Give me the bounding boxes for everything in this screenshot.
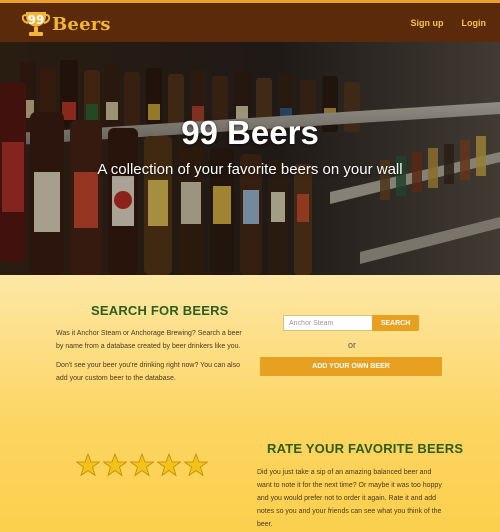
beer-shelf-image xyxy=(0,42,500,275)
star-icon xyxy=(76,453,100,477)
search-paragraph-1: Was it Anchor Steam or Anchorage Brewing… xyxy=(56,330,242,350)
search-input[interactable] xyxy=(283,315,381,331)
star-rating[interactable] xyxy=(76,453,208,477)
search-paragraph-2: Don't see your beer you're drinking righ… xyxy=(56,362,241,382)
logo[interactable]: 99 Beers xyxy=(21,9,111,39)
rate-section-title: RATE YOUR FAVORITE BEERS xyxy=(267,441,464,456)
search-button[interactable]: SEARCH xyxy=(372,315,419,331)
content-area: SEARCH FOR BEERS Was it Anchor Steam or … xyxy=(0,275,500,532)
top-navbar: 99 Beers Sign up Login xyxy=(0,0,500,42)
logo-text: Beers xyxy=(52,13,111,35)
or-label: or xyxy=(347,340,356,350)
hero-banner: 99 Beers A collection of your favorite b… xyxy=(0,42,500,275)
hero-subtitle: A collection of your favorite beers on y… xyxy=(97,161,403,178)
star-icon xyxy=(130,453,154,477)
logo-number: 99 xyxy=(27,13,45,27)
hero-title: 99 Beers xyxy=(181,114,319,151)
add-beer-button[interactable]: ADD YOUR OWN BEER xyxy=(260,357,442,376)
trophy-icon: 99 xyxy=(21,9,51,39)
star-icon xyxy=(103,453,127,477)
star-icon xyxy=(184,453,208,477)
search-section-title: SEARCH FOR BEERS xyxy=(91,303,229,318)
nav-links: Sign up Login xyxy=(411,18,487,28)
signup-link[interactable]: Sign up xyxy=(411,18,444,28)
star-icon xyxy=(157,453,181,477)
login-link[interactable]: Login xyxy=(462,18,487,28)
rate-paragraph: Did you just take a sip of an amazing ba… xyxy=(257,469,442,528)
